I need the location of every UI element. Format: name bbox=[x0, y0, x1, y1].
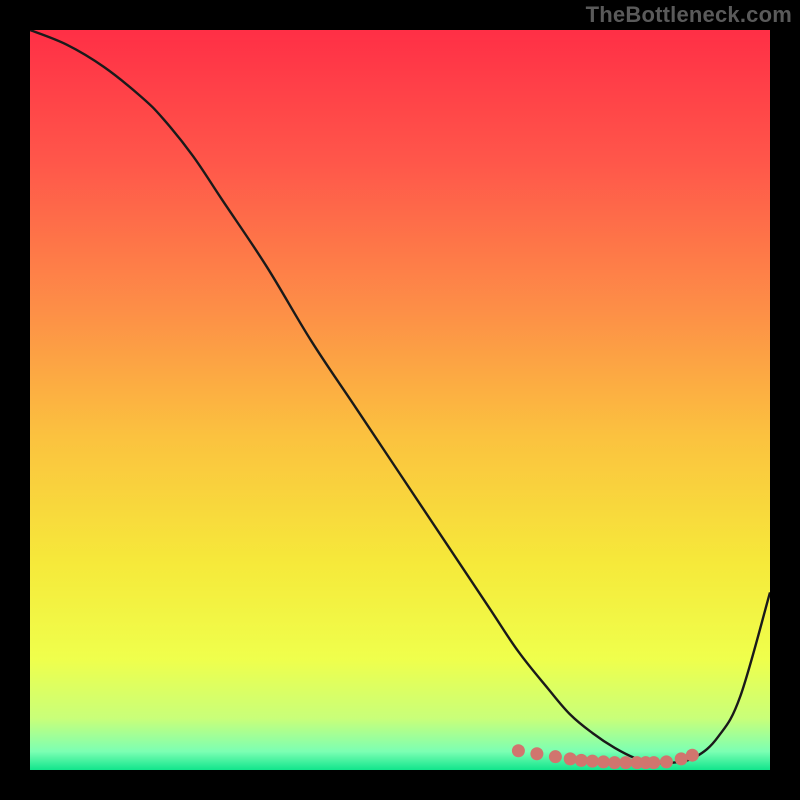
marker-point bbox=[530, 747, 543, 760]
marker-point bbox=[647, 756, 660, 769]
marker-point bbox=[608, 756, 621, 769]
chart-container: { "watermark": "TheBottleneck.com", "col… bbox=[0, 0, 800, 800]
marker-point bbox=[660, 755, 673, 768]
marker-point bbox=[586, 755, 599, 768]
marker-point bbox=[686, 749, 699, 762]
gradient-background bbox=[30, 30, 770, 770]
marker-point bbox=[575, 754, 588, 767]
watermark-text: TheBottleneck.com bbox=[586, 2, 792, 28]
marker-point bbox=[564, 752, 577, 765]
marker-point bbox=[549, 750, 562, 763]
bottleneck-chart bbox=[0, 0, 800, 800]
marker-point bbox=[675, 752, 688, 765]
marker-point bbox=[512, 744, 525, 757]
marker-point bbox=[619, 756, 632, 769]
marker-point bbox=[597, 755, 610, 768]
